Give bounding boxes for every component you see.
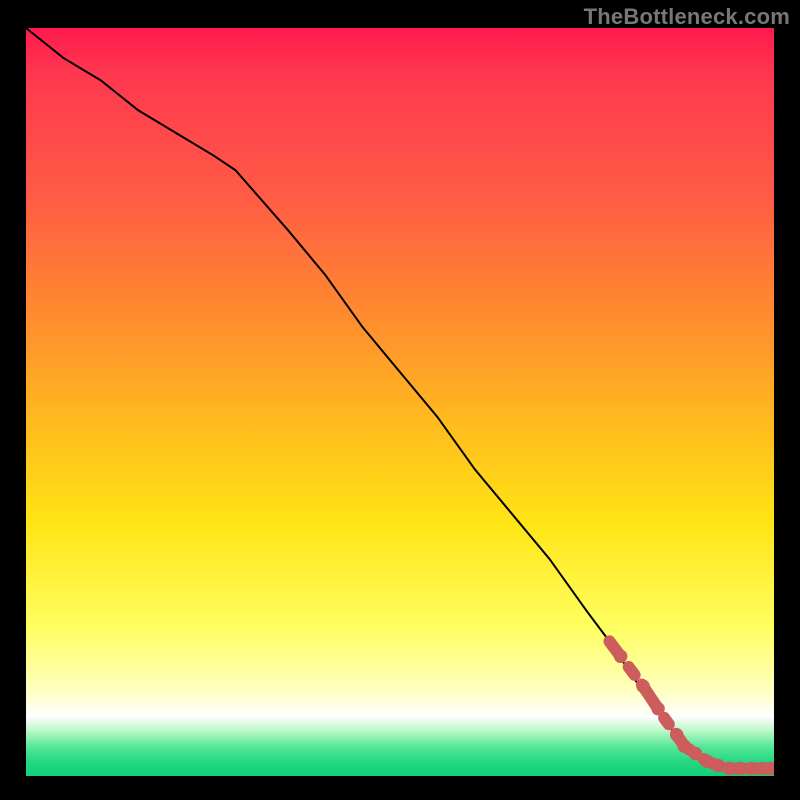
figure: TheBottleneck.com bbox=[0, 0, 800, 800]
main-curve bbox=[26, 28, 774, 769]
highlight-dot bbox=[636, 680, 649, 693]
highlight-dot bbox=[678, 739, 691, 752]
highlight-dot bbox=[651, 702, 664, 715]
highlight-dot bbox=[670, 728, 683, 741]
chart-svg bbox=[26, 28, 774, 776]
highlight-dot bbox=[689, 747, 702, 760]
attribution-text: TheBottleneck.com bbox=[584, 4, 790, 30]
highlight-dot bbox=[614, 650, 627, 663]
highlight-group bbox=[609, 641, 774, 775]
plot-area bbox=[26, 28, 774, 776]
